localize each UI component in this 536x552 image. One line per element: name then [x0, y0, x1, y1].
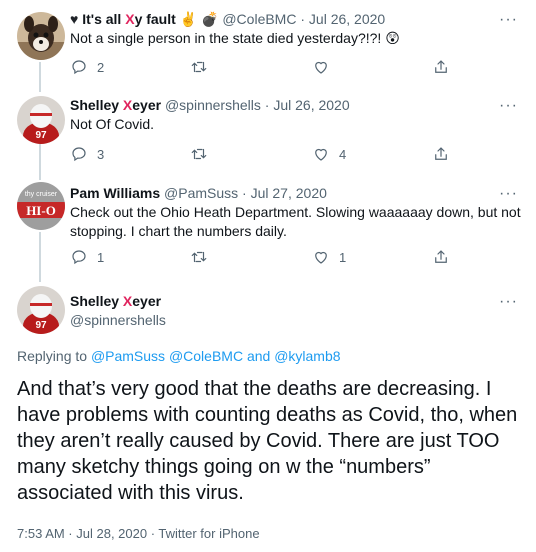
share-icon [435, 60, 447, 73]
reply-count: 3 [97, 146, 105, 162]
main-tweet: 97 Shelley Xeyer @spinnershells ··· [0, 284, 536, 344]
reply-button[interactable]: 1 [70, 248, 104, 266]
retweet-button[interactable] [190, 248, 208, 266]
tweet-text: Not Of Covid. [70, 116, 155, 132]
display-name[interactable]: Shelley Xeyer [70, 97, 161, 113]
reply-count: 1 [97, 249, 105, 265]
reply-icon [72, 147, 86, 162]
timestamp[interactable]: Jul 27, 2020 [251, 185, 327, 201]
avatar[interactable]: 97 [17, 96, 65, 144]
tweet[interactable]: ♥ It's all Xy fault ✌️ 💣 @ColeBMC · Jul … [0, 0, 536, 90]
tweet-text: Not a single person in the state died ye… [70, 30, 400, 46]
share-icon [435, 250, 447, 263]
more-icon[interactable]: ··· [499, 12, 518, 28]
more-icon[interactable]: ··· [499, 294, 518, 310]
more-icon[interactable]: ··· [499, 186, 518, 202]
like-icon [315, 251, 327, 264]
retweet-icon [191, 61, 207, 73]
svg-text:HI-O: HI-O [26, 203, 56, 218]
like-icon [315, 148, 327, 161]
avatar[interactable]: 97 [17, 286, 65, 334]
tweet-text: Check out the Ohio Heath Department. Slo… [70, 204, 521, 239]
reply-count: 2 [97, 59, 105, 75]
reply-button[interactable]: 3 [70, 145, 104, 163]
reply-button[interactable]: 2 [70, 58, 104, 76]
handle[interactable]: @spinnershells [165, 97, 261, 113]
like-button[interactable]: 4 [312, 145, 346, 163]
replying-to: Replying to @PamSuss @ColeBMC and @kylam… [17, 348, 341, 364]
like-button[interactable] [312, 58, 330, 76]
tweet-header: Shelley Xeyer @spinnershells · Jul 26, 2… [70, 97, 350, 113]
tweet-header: Pam Williams @PamSuss · Jul 27, 2020 [70, 185, 327, 201]
retweet-icon [191, 251, 207, 263]
more-icon[interactable]: ··· [499, 98, 518, 114]
share-icon [435, 147, 447, 160]
display-name[interactable]: It's all Xy fault [82, 11, 176, 27]
share-button[interactable] [432, 145, 450, 163]
retweet-button[interactable] [190, 145, 208, 163]
timestamp[interactable]: Jul 26, 2020 [309, 11, 385, 27]
display-name[interactable]: Shelley Xeyer [70, 293, 161, 309]
svg-text:97: 97 [35, 130, 47, 141]
tweet-header: ♥ It's all Xy fault ✌️ 💣 @ColeBMC · Jul … [70, 11, 386, 27]
like-icon [315, 61, 327, 74]
handle[interactable]: @PamSuss [164, 185, 238, 201]
like-count: 4 [339, 146, 347, 162]
main-tweet-text: And that’s very good that the deaths are… [17, 378, 518, 504]
share-button[interactable] [432, 58, 450, 76]
tweet[interactable]: HI-O thy cruiser Pam Williams @PamSuss ·… [0, 182, 536, 280]
share-button[interactable] [432, 248, 450, 266]
reply-icon [72, 250, 86, 265]
avatar[interactable]: HI-O thy cruiser [17, 182, 65, 230]
like-button[interactable]: 1 [312, 248, 346, 266]
name-emoji: ✌️ 💣 [179, 11, 219, 27]
timestamp[interactable]: Jul 26, 2020 [273, 97, 349, 113]
replying-to-links[interactable]: @PamSuss @ColeBMC and @kylamb8 [91, 348, 341, 364]
tweet[interactable]: 97 Shelley Xeyer @spinnershells · Jul 26… [0, 94, 536, 180]
handle[interactable]: @ColeBMC [222, 11, 296, 27]
svg-text:97: 97 [35, 320, 47, 331]
like-count: 1 [339, 249, 347, 265]
handle[interactable]: @spinnershells [70, 312, 166, 328]
svg-text:thy cruiser: thy cruiser [25, 191, 58, 198]
reply-icon [72, 60, 86, 75]
tweet-meta[interactable]: 7:53 AM · Jul 28, 2020 · Twitter for iPh… [17, 526, 260, 541]
retweet-button[interactable] [190, 58, 208, 76]
heart-emoji-icon: ♥ [70, 11, 79, 27]
main-tweet-author: Shelley Xeyer [70, 292, 524, 310]
retweet-icon [191, 148, 207, 160]
avatar[interactable] [17, 12, 65, 60]
display-name[interactable]: Pam Williams [70, 185, 160, 201]
